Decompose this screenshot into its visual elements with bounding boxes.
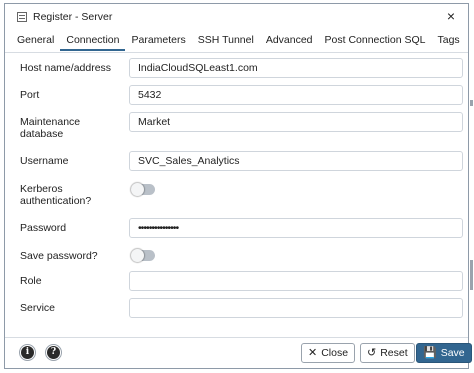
close-icon: ✕ [308,346,318,359]
close-icon[interactable]: × [444,9,458,23]
save-password-toggle[interactable] [131,249,155,262]
tab-general[interactable]: General [5,30,60,51]
save-button[interactable]: 💾 Save [416,343,472,363]
info-icon: i [21,346,34,359]
port-input[interactable]: 5432 [129,85,463,105]
maintenance-db-input[interactable]: Market [129,112,463,132]
tab-bar: General Connection Parameters SSH Tunnel… [5,30,468,53]
reset-button[interactable]: ↺ Reset [360,343,415,363]
host-label: Host name/address [20,62,112,74]
toggle-knob [131,183,144,196]
kerberos-label: Kerberos authentication? [20,183,92,207]
close-button[interactable]: ✕ Close [301,343,356,363]
service-label: Service [20,302,56,314]
save-icon: 💾 [423,346,437,359]
background-window-fragment [470,260,473,290]
host-input[interactable]: IndiaCloudSQLeast1.com [129,58,463,78]
close-button-label: Close [321,347,349,359]
help-button[interactable]: ? [45,344,62,361]
username-label: Username [20,155,69,167]
help-icon: ? [47,346,60,359]
info-button[interactable]: i [19,344,36,361]
role-label: Role [20,275,42,287]
reset-button-label: Reset [380,347,408,359]
tab-advanced[interactable]: Advanced [260,30,319,51]
tab-ssh-tunnel[interactable]: SSH Tunnel [192,30,260,51]
tab-tags[interactable]: Tags [432,30,466,51]
kerberos-toggle[interactable] [131,183,155,196]
dialog-footer: i ? ✕ Close ↺ Reset 💾 Save [5,337,472,368]
save-button-label: Save [440,347,465,359]
register-server-dialog: Register - Server × General Connection P… [4,3,472,369]
toggle-knob [131,249,144,262]
dialog-title: Register - Server [33,11,113,23]
tab-post-connection-sql[interactable]: Post Connection SQL [319,30,432,51]
username-input[interactable]: SVC_Sales_Analytics [129,151,463,171]
reset-icon: ↺ [367,346,377,359]
tab-connection[interactable]: Connection [60,30,126,51]
server-icon [17,12,27,22]
password-input[interactable]: ••••••••••••••• [129,218,463,238]
tab-parameters[interactable]: Parameters [125,30,191,51]
role-input[interactable] [129,271,463,291]
password-label: Password [20,222,67,234]
save-password-label: Save password? [20,250,98,262]
background-window-fragment [470,100,473,106]
dialog-titlebar[interactable]: Register - Server × [5,4,468,30]
service-input[interactable] [129,298,463,318]
port-label: Port [20,89,40,101]
maintenance-db-label: Maintenance database [20,116,81,140]
